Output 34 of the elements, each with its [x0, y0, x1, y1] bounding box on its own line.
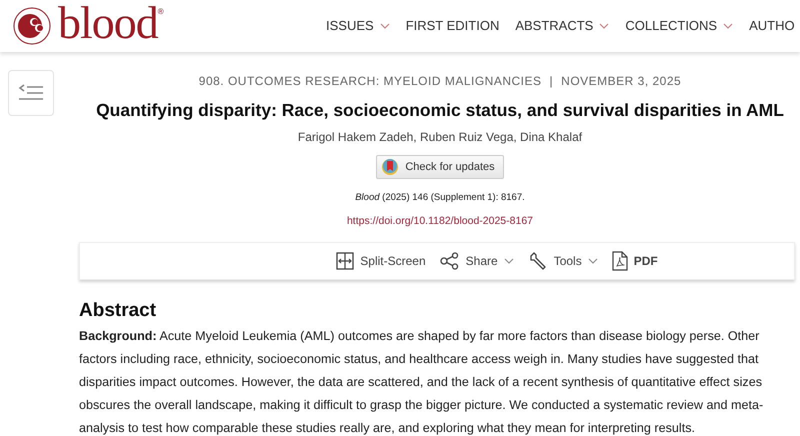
nav-link[interactable]: ISSUES	[318, 16, 398, 36]
logo-emblem-icon	[12, 6, 52, 46]
doi-link[interactable]: https://doi.org/10.1182/blood-2025-8167	[346, 214, 534, 230]
author-list: Farigol Hakem Zadeh, Ruben Ruiz Vega, Dina Khalaf	[298, 130, 582, 144]
share-icon	[440, 252, 460, 270]
section-heading: Abstract	[79, 300, 158, 323]
registered-mark: ®	[158, 7, 164, 16]
publication-date: NOVEMBER 3, 2025	[561, 74, 682, 88]
citation: Blood (2025) 146 (Supplement 1): 8167.	[355, 192, 525, 203]
check-for-updates-button[interactable]: Check for updates	[376, 155, 504, 179]
caret-icon	[504, 258, 514, 264]
caret-icon	[723, 23, 734, 29]
nav-link[interactable]: COLLECTIONS	[617, 16, 742, 36]
article-title: Quantifying disparity: Race, socioeconomic status, and survival disparities in AML	[96, 100, 784, 121]
nav-link[interactable]: FIRST EDITION	[398, 16, 508, 36]
pdf-file-icon	[612, 251, 628, 271]
outline-icon	[18, 84, 44, 102]
toolbar-button[interactable]: Tools	[526, 251, 600, 271]
wrench-icon	[528, 251, 548, 271]
caret-icon	[599, 23, 610, 29]
toolbar-button[interactable]: Share	[438, 252, 516, 270]
sidebar-toggle-button[interactable]	[8, 70, 54, 116]
toolbar-button[interactable]: Split-Screen	[334, 252, 428, 270]
abstract-paragraph: Background: Acute Myeloid Leukemia (AML) outcomes are shaped by far more factors than disease biology perse. Other factors including race, ethnicity, socioeconomic status, and healthcare access weigh in. Many studies have suggested that disparities impact outcomes. However, the data are scattered, and the lack of a recent synthesis of quantitative effect sizes obscures the overall landscape, making it difficult to grasp the bigger picture. We conducted a systematic review and meta-analysis to test how comparable these studies really are, and exploring what they mean for interpreting results.	[79, 328, 764, 436]
nav-link[interactable]: AUTHO	[741, 16, 800, 36]
bookmark-icon	[381, 158, 400, 176]
split-screen-icon	[336, 252, 354, 270]
category-label: 908. OUTCOMES RESEARCH: MYELOID MALIGNANCIES	[198, 74, 542, 88]
toolbar-button[interactable]: PDF	[610, 251, 660, 271]
caret-icon	[588, 258, 598, 264]
caret-icon	[380, 23, 390, 29]
nav-link[interactable]: ABSTRACTS	[507, 16, 618, 36]
logo-wordmark[interactable]: blood	[58, 0, 158, 46]
separator: |	[550, 74, 554, 88]
